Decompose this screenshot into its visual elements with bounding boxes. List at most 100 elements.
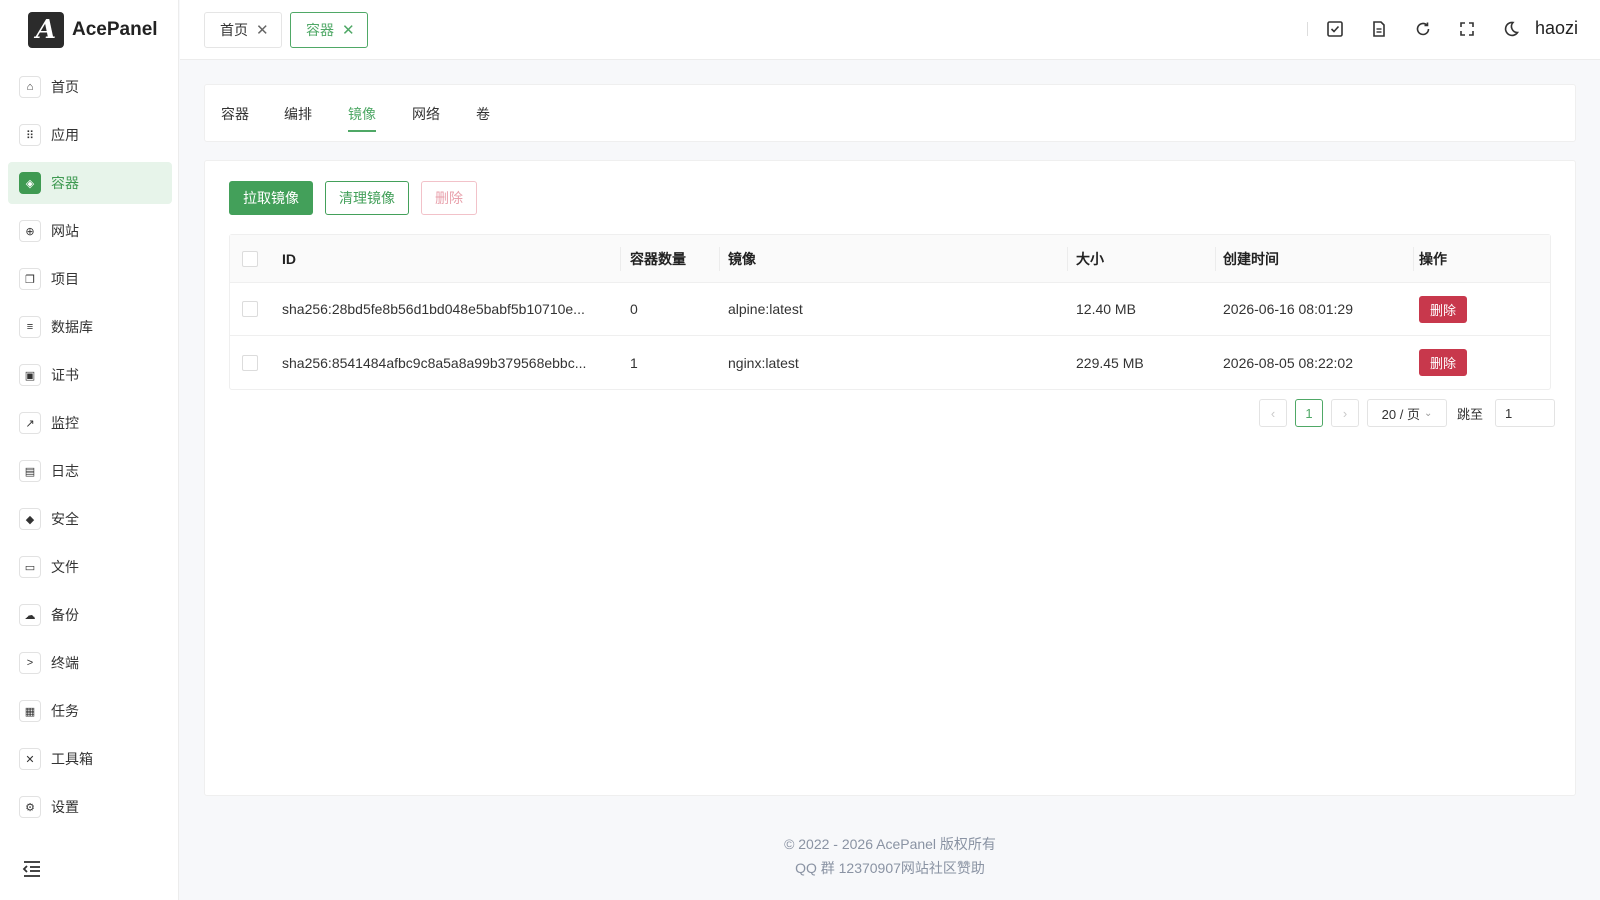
close-icon[interactable]: ✕ bbox=[342, 21, 355, 39]
page-size-select[interactable]: 20 / 页 ⌄ bbox=[1367, 399, 1447, 427]
sidebar-item-label: 项目 bbox=[51, 271, 79, 287]
tab-container[interactable]: 容器 ✕ bbox=[290, 12, 368, 48]
dark-mode-icon[interactable] bbox=[1500, 18, 1522, 40]
database-icon: ≡ bbox=[19, 316, 41, 338]
tab-home[interactable]: 首页 ✕ bbox=[204, 12, 282, 48]
tab-networks[interactable]: 网络 bbox=[412, 104, 440, 124]
col-container-count: 容器数量 bbox=[630, 250, 686, 267]
sidebar-item-backup[interactable]: ☁ 备份 bbox=[8, 594, 172, 636]
image-size: 12.40 MB bbox=[1076, 301, 1136, 317]
sidebar-nav: ⌂ 首页 ⠿ 应用 ◈ 容器 ⊕ 网站 ❐ 项目 ≡ 数据库 ▣ 证书 ↗ 监控 ▤ 日志 ◆ 安全… bbox=[8, 66, 172, 834]
sidebar-item-project[interactable]: ❐ 项目 bbox=[8, 258, 172, 300]
username[interactable]: haozi bbox=[1535, 18, 1578, 39]
ops-cell: 删除 bbox=[1419, 336, 1467, 389]
table-row: sha256:8541484afbc9c8a5a8a99b379568ebbc.… bbox=[230, 336, 1550, 389]
acepanel-logo: A bbox=[28, 12, 64, 48]
image-name: nginx:latest bbox=[728, 354, 799, 371]
delete-image-button[interactable]: 删除 bbox=[1419, 349, 1467, 376]
tab-label: 容器 bbox=[306, 22, 334, 38]
sidebar-item-container[interactable]: ◈ 容器 bbox=[8, 162, 172, 204]
table-row: sha256:28bd5fe8b56d1bd048e5babf5b10710e.… bbox=[230, 283, 1550, 336]
shield-icon: ◆ bbox=[19, 508, 41, 530]
divider bbox=[1307, 22, 1308, 36]
next-page-chevron-icon[interactable]: › bbox=[1331, 399, 1359, 427]
tab-containers[interactable]: 容器 bbox=[221, 104, 249, 124]
project-icon: ❐ bbox=[19, 268, 41, 290]
fullscreen-icon[interactable] bbox=[1456, 18, 1478, 40]
prev-page-chevron-icon[interactable]: ‹ bbox=[1259, 399, 1287, 427]
sidebar-item-label: 监控 bbox=[51, 415, 79, 431]
ops-cell: 删除 bbox=[1419, 283, 1467, 335]
chevron-down-icon: ⌄ bbox=[1423, 407, 1433, 419]
images-panel: 拉取镜像 清理镜像 删除 ID 容器数量 镜像 大小 创建时间 操作 sha25… bbox=[204, 160, 1576, 796]
sidebar-item-label: 工具箱 bbox=[51, 751, 93, 767]
column-divider bbox=[1413, 247, 1414, 271]
column-divider bbox=[620, 247, 621, 271]
pull-image-button[interactable]: 拉取镜像 bbox=[229, 181, 313, 215]
row-select-cell bbox=[242, 336, 258, 389]
sidebar-item-label: 设置 bbox=[51, 799, 79, 815]
certificate-icon: ▣ bbox=[19, 364, 41, 386]
jump-label: 跳至 bbox=[1457, 407, 1484, 422]
column-divider bbox=[1067, 247, 1068, 271]
tab-compose[interactable]: 编排 bbox=[284, 104, 312, 124]
sidebar-item-label: 文件 bbox=[51, 559, 79, 575]
topbar: 首页 ✕ 容器 ✕ haozi bbox=[180, 0, 1600, 60]
footer-link-website[interactable]: 网站 bbox=[901, 860, 929, 876]
column-divider bbox=[1215, 247, 1216, 271]
batch-delete-button[interactable]: 删除 bbox=[421, 181, 477, 215]
brand[interactable]: A AcePanel bbox=[28, 12, 158, 48]
document-icon[interactable] bbox=[1368, 18, 1390, 40]
sidebar-item-apps[interactable]: ⠿ 应用 bbox=[8, 114, 172, 156]
tab-volumes[interactable]: 卷 bbox=[476, 104, 490, 124]
apps-grid-icon: ⠿ bbox=[19, 124, 41, 146]
col-image: 镜像 bbox=[728, 250, 756, 267]
collapse-sidebar-icon[interactable] bbox=[22, 860, 42, 884]
row-checkbox[interactable] bbox=[242, 301, 258, 317]
sidebar-item-monitor[interactable]: ↗ 监控 bbox=[8, 402, 172, 444]
subtab-bar: 容器 编排 镜像 网络 卷 bbox=[204, 84, 1576, 142]
page-size-value: 20 / 页 bbox=[1381, 406, 1420, 422]
sidebar-item-toolbox[interactable]: ✕ 工具箱 bbox=[8, 738, 172, 780]
prune-images-button[interactable]: 清理镜像 bbox=[325, 181, 409, 215]
footer-link-community[interactable]: 社区 bbox=[929, 860, 957, 876]
log-file-icon: ▤ bbox=[19, 460, 41, 482]
refresh-icon[interactable] bbox=[1412, 18, 1434, 40]
row-checkbox[interactable] bbox=[242, 354, 258, 371]
image-id: sha256:8541484afbc9c8a5a8a99b379568ebbc.… bbox=[282, 354, 587, 371]
sidebar-item-task[interactable]: ▦ 任务 bbox=[8, 690, 172, 732]
task-check-icon[interactable] bbox=[1324, 18, 1346, 40]
container-count: 0 bbox=[630, 301, 638, 317]
settings-gear-icon: ⚙ bbox=[19, 796, 41, 818]
image-size: 229.45 MB bbox=[1076, 354, 1144, 371]
footer-link-sponsor[interactable]: 赞助 bbox=[957, 860, 985, 876]
folder-icon: ▭ bbox=[19, 556, 41, 578]
sidebar-item-certificate[interactable]: ▣ 证书 bbox=[8, 354, 172, 396]
created-time: 2026-06-16 08:01:29 bbox=[1223, 301, 1353, 317]
delete-image-button[interactable]: 删除 bbox=[1419, 295, 1467, 323]
tab-images[interactable]: 镜像 bbox=[348, 104, 376, 132]
sidebar-item-log[interactable]: ▤ 日志 bbox=[8, 450, 172, 492]
terminal-icon: > bbox=[19, 652, 41, 674]
sidebar-item-database[interactable]: ≡ 数据库 bbox=[8, 306, 172, 348]
sidebar-item-label: 任务 bbox=[51, 703, 79, 719]
col-ops: 操作 bbox=[1419, 250, 1447, 267]
sidebar-item-home[interactable]: ⌂ 首页 bbox=[8, 66, 172, 108]
sidebar-item-terminal[interactable]: > 终端 bbox=[8, 642, 172, 684]
sidebar-item-website[interactable]: ⊕ 网站 bbox=[8, 210, 172, 252]
sidebar-item-label: 首页 bbox=[51, 79, 79, 95]
home-icon: ⌂ bbox=[19, 76, 41, 98]
globe-icon: ⊕ bbox=[19, 220, 41, 242]
monitor-chart-icon: ↗ bbox=[19, 412, 41, 434]
select-all-cell bbox=[242, 235, 258, 282]
jump-page-input[interactable]: 1 bbox=[1495, 399, 1555, 427]
close-icon[interactable]: ✕ bbox=[256, 21, 269, 39]
sidebar-item-settings[interactable]: ⚙ 设置 bbox=[8, 786, 172, 828]
page-number[interactable]: 1 bbox=[1295, 399, 1323, 427]
sidebar-item-files[interactable]: ▭ 文件 bbox=[8, 546, 172, 588]
select-all-checkbox[interactable] bbox=[242, 250, 258, 267]
created-time: 2026-08-05 08:22:02 bbox=[1223, 354, 1353, 371]
image-name: alpine:latest bbox=[728, 301, 803, 317]
sidebar-item-security[interactable]: ◆ 安全 bbox=[8, 498, 172, 540]
sidebar-item-label: 容器 bbox=[51, 175, 79, 191]
